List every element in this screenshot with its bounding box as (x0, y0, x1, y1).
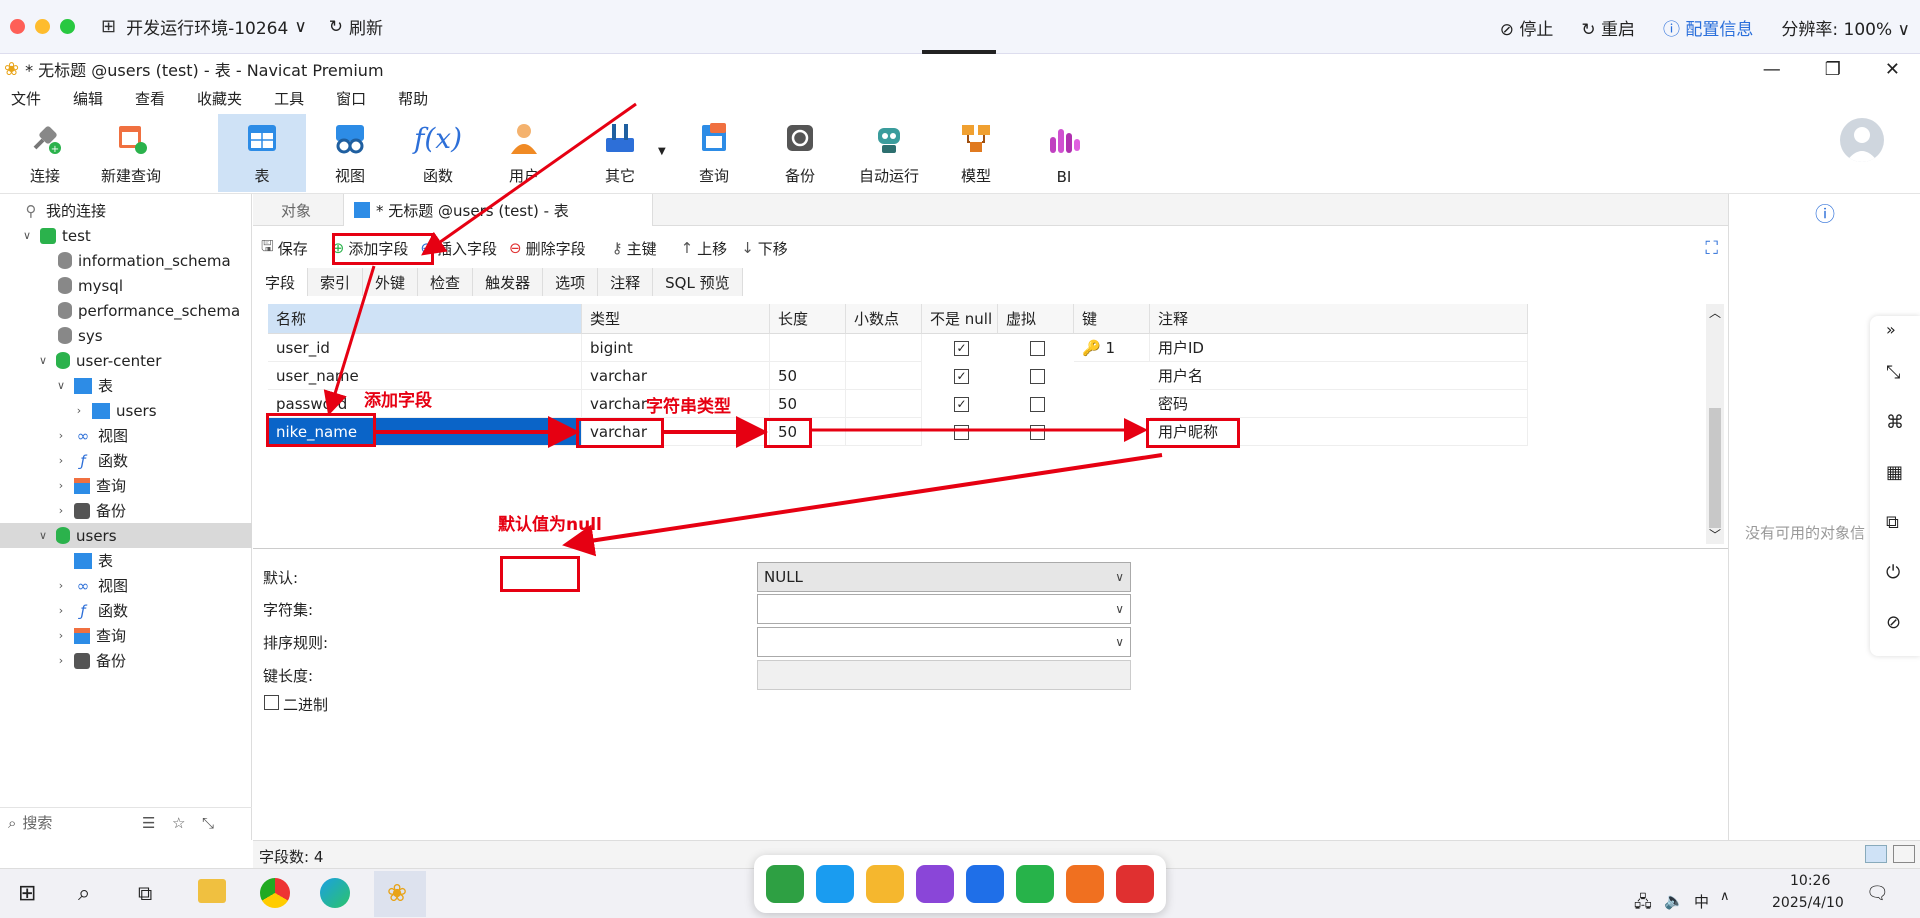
annotation-arrows (323, 102, 1163, 557)
arrow-to-add-field (421, 102, 637, 256)
arrow-to-name-cell (323, 265, 376, 416)
screen: ⊞ 开发运行环境-10264 ∨ ↻ 刷新 ⊘ 停止 ↻ 重启 ⓘ 配置信息 分… (0, 0, 1920, 918)
arrow-to-default (562, 453, 1163, 557)
